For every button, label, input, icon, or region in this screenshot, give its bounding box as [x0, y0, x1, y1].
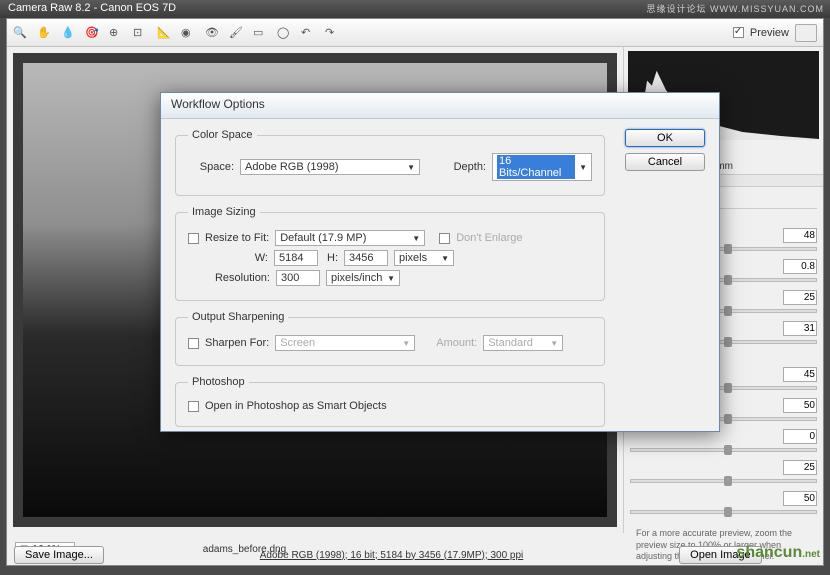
- workflow-link[interactable]: Adobe RGB (1998); 16 bit; 5184 by 3456 (…: [260, 550, 524, 561]
- color-sampler-icon[interactable]: 🎯: [85, 26, 99, 40]
- rotate-right-icon[interactable]: ↷: [325, 26, 339, 40]
- resolution-label: Resolution:: [214, 272, 270, 284]
- resolution-input[interactable]: 300: [276, 270, 320, 286]
- graduated-filter-icon[interactable]: ▭: [253, 26, 267, 40]
- sharpen-select: Screen▼: [275, 335, 415, 351]
- watermark-bottom: shancun.net: [736, 544, 820, 562]
- sharpening-radius-input[interactable]: [783, 259, 817, 274]
- fullscreen-toggle-icon[interactable]: [795, 24, 817, 42]
- nr-color-input[interactable]: [783, 460, 817, 475]
- width-input[interactable]: 5184: [274, 250, 318, 266]
- nr-contrast-input[interactable]: [783, 429, 817, 444]
- amount-label: Amount:: [431, 337, 477, 349]
- nr-color-detail-input[interactable]: [783, 491, 817, 506]
- color-space-legend: Color Space: [188, 129, 257, 141]
- resize-select[interactable]: Default (17.9 MP)▼: [275, 230, 425, 246]
- image-sizing-legend: Image Sizing: [188, 206, 260, 218]
- straighten-icon[interactable]: 📐: [157, 26, 171, 40]
- spot-removal-icon[interactable]: ◉: [181, 26, 195, 40]
- space-select[interactable]: Adobe RGB (1998)▼: [240, 159, 420, 175]
- slider[interactable]: [630, 479, 817, 483]
- depth-label: Depth:: [440, 161, 486, 173]
- cancel-button[interactable]: Cancel: [625, 153, 705, 171]
- output-sharpening-group: Output Sharpening Sharpen For: Screen▼ A…: [175, 311, 605, 366]
- height-input[interactable]: 3456: [344, 250, 388, 266]
- sharpening-masking-input[interactable]: [783, 321, 817, 336]
- dont-enlarge-checkbox: [439, 233, 450, 244]
- nr-detail-input[interactable]: [783, 398, 817, 413]
- color-space-group: Color Space Space: Adobe RGB (1998)▼ Dep…: [175, 129, 605, 196]
- amount-select: Standard▼: [483, 335, 563, 351]
- adjustment-brush-icon[interactable]: 🖌: [229, 26, 243, 40]
- sharpening-detail-input[interactable]: [783, 290, 817, 305]
- height-label: H:: [324, 252, 338, 264]
- target-adjust-icon[interactable]: ⊕: [109, 26, 123, 40]
- smart-objects-checkbox[interactable]: [188, 401, 199, 412]
- slider[interactable]: [630, 510, 817, 514]
- photoshop-legend: Photoshop: [188, 376, 249, 388]
- ok-button[interactable]: OK: [625, 129, 705, 147]
- redeye-icon[interactable]: 👁: [205, 26, 219, 40]
- image-sizing-group: Image Sizing Resize to Fit: Default (17.…: [175, 206, 605, 301]
- sharpening-amount-input[interactable]: [783, 228, 817, 243]
- slider[interactable]: [630, 448, 817, 452]
- zoom-tool-icon[interactable]: 🔍: [13, 26, 27, 40]
- photoshop-group: Photoshop Open in Photoshop as Smart Obj…: [175, 376, 605, 427]
- sharpen-label: Sharpen For:: [205, 337, 269, 349]
- resize-label: Resize to Fit:: [205, 232, 269, 244]
- toolbar: 🔍 ✋ 💧 🎯 ⊕ ⊡ 📐 ◉ 👁 🖌 ▭ ◯ ↶ ↷ ✓ Preview: [7, 19, 823, 47]
- white-balance-icon[interactable]: 💧: [61, 26, 75, 40]
- resize-checkbox[interactable]: [188, 233, 199, 244]
- crop-icon[interactable]: ⊡: [133, 26, 147, 40]
- unit-select[interactable]: pixels▼: [394, 250, 454, 266]
- sharpen-checkbox[interactable]: [188, 338, 199, 349]
- nr-luminance-input[interactable]: [783, 367, 817, 382]
- dont-enlarge-label: Don't Enlarge: [456, 232, 522, 244]
- output-sharpening-legend: Output Sharpening: [188, 311, 288, 323]
- save-image-button[interactable]: Save Image...: [14, 546, 104, 564]
- hand-tool-icon[interactable]: ✋: [37, 26, 51, 40]
- workflow-options-dialog: Workflow Options OK Cancel Color Space S…: [160, 92, 720, 432]
- rotate-left-icon[interactable]: ↶: [301, 26, 315, 40]
- dialog-title: Workflow Options: [161, 93, 719, 119]
- preview-label: Preview: [750, 27, 789, 39]
- smart-objects-label: Open in Photoshop as Smart Objects: [205, 400, 387, 412]
- preview-checkbox[interactable]: ✓: [733, 27, 744, 38]
- resolution-unit-select[interactable]: pixels/inch▼: [326, 270, 400, 286]
- width-label: W:: [254, 252, 268, 264]
- radial-filter-icon[interactable]: ◯: [277, 26, 291, 40]
- depth-select[interactable]: 16 Bits/Channel▼: [492, 153, 592, 181]
- watermark-top: 思缘设计论坛 WWW.MISSYUAN.COM: [647, 2, 825, 15]
- space-label: Space:: [188, 161, 234, 173]
